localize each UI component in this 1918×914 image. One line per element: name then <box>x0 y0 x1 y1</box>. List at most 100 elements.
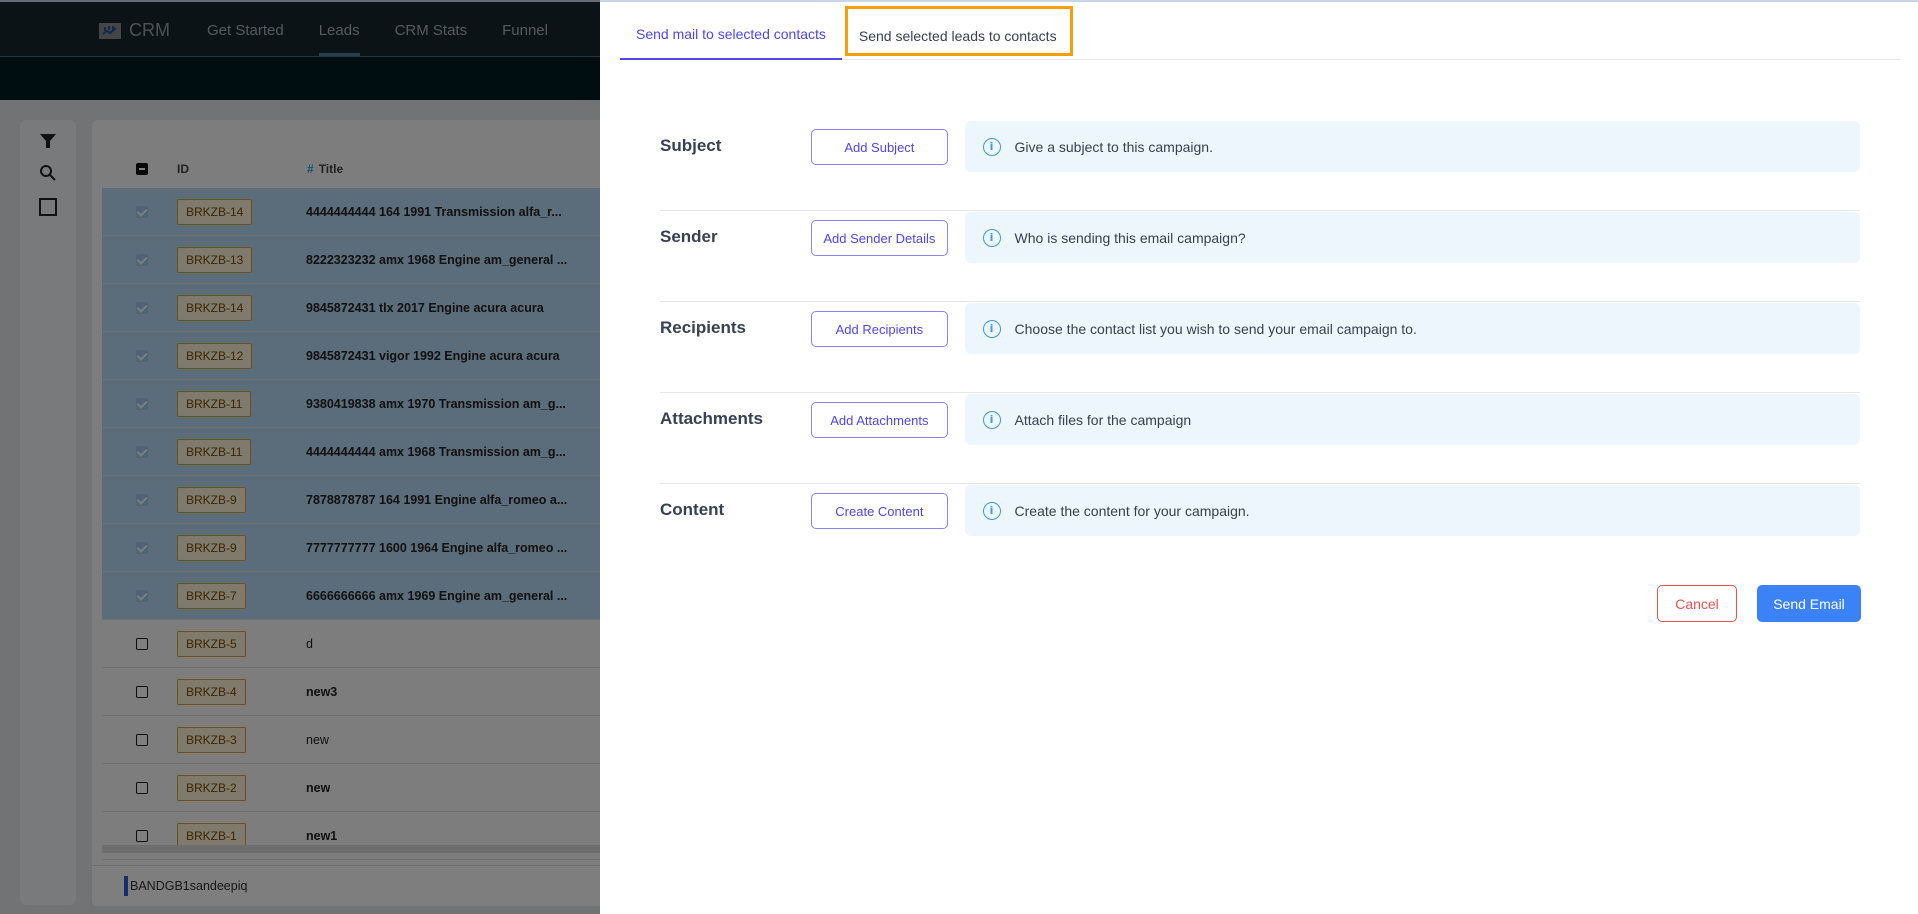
table-row[interactable]: BRKZB-12 9845872431 vigor 1992 Engine acu… <box>102 332 612 380</box>
lead-title: 7878878787 164 1991 Engine alfa_romeo a.… <box>306 492 568 507</box>
add-subject-button[interactable]: Add Subject <box>811 129 948 165</box>
search-icon[interactable] <box>37 162 59 184</box>
row-checkbox[interactable] <box>136 733 148 746</box>
grid-header: ID # Title <box>102 150 612 188</box>
section-label: Attachments <box>660 409 763 428</box>
section-label: Sender <box>660 227 718 246</box>
leads-grid: ID # Title BRKZB-14 4444444444 164 1991 Tr… <box>92 120 612 906</box>
lead-id-badge[interactable]: BRKZB-9 <box>177 486 246 513</box>
nav-leads[interactable]: Leads <box>308 2 371 58</box>
row-checkbox[interactable] <box>136 781 148 794</box>
lead-title: new3 <box>306 684 338 699</box>
add-recipients-button[interactable]: Add Recipients <box>811 311 948 347</box>
lead-id-badge[interactable]: BRKZB-11 <box>177 438 252 465</box>
footer-marker <box>124 876 128 896</box>
lead-id-badge[interactable]: BRKZB-4 <box>177 678 246 705</box>
lead-title: new <box>306 732 329 747</box>
section-content: Content Create Content i Create the content… <box>660 484 1860 575</box>
brand-name: CRM <box>129 20 170 40</box>
lead-id-badge[interactable]: BRKZB-12 <box>177 342 253 369</box>
nav-get-started[interactable]: Get Started <box>196 2 295 58</box>
lead-id-badge[interactable]: BRKZB-14 <box>177 294 253 321</box>
row-checkbox[interactable] <box>136 205 148 218</box>
info-box: i Who is sending this email campaign? <box>964 212 1860 263</box>
table-row[interactable]: BRKZB-4 new3 <box>102 668 612 716</box>
info-text: Give a subject to this campaign. <box>1014 138 1213 155</box>
lead-id-badge[interactable]: BRKZB-5 <box>177 630 246 657</box>
main-nav: Get Started Leads CRM Stats Funnel <box>196 2 572 58</box>
send-email-button[interactable]: Send Email <box>1757 585 1861 622</box>
row-checkbox[interactable] <box>136 493 148 506</box>
tab-send-leads-to-contacts[interactable]: Send selected leads to contacts <box>844 6 1073 56</box>
row-checkbox[interactable] <box>136 637 148 650</box>
section-attachments: Attachments Add Attachments i Attach files … <box>660 393 1860 484</box>
lead-title: 8222323232 amx 1968 Engine am_general ..… <box>306 252 568 267</box>
section-label: Content <box>660 500 725 519</box>
table-row[interactable]: BRKZB-11 4444444444 amx 1968 Transmission… <box>102 428 612 476</box>
select-all-checkbox[interactable] <box>136 163 148 175</box>
row-checkbox[interactable] <box>136 589 148 602</box>
panel-tabs: Send mail to selected contacts Send sele… <box>620 2 1900 60</box>
brand[interactable]: CRM <box>99 20 170 41</box>
add-attachments-button[interactable]: Add Attachments <box>811 402 948 438</box>
campaign-form: Subject Add Subject i Give a subject to thi… <box>660 120 1860 575</box>
lead-id-badge[interactable]: BRKZB-13 <box>177 246 253 273</box>
filter-icon[interactable] <box>37 130 59 152</box>
lead-title: 4444444444 164 1991 Transmission alfa_r.… <box>306 204 562 219</box>
nav-crm-stats[interactable]: CRM Stats <box>384 2 479 58</box>
lead-id-badge[interactable]: BRKZB-9 <box>177 534 246 561</box>
tab-send-mail[interactable]: Send mail to selected contacts <box>620 2 842 60</box>
row-checkbox[interactable] <box>136 445 148 458</box>
lead-id-badge[interactable]: BRKZB-7 <box>177 582 246 609</box>
lead-title: 6666666666 amx 1969 Engine am_general ..… <box>306 588 568 603</box>
send-mail-panel: Send mail to selected contacts Send sele… <box>600 0 1918 914</box>
info-icon: i <box>982 501 1001 520</box>
lead-id-badge[interactable]: BRKZB-2 <box>177 774 246 801</box>
footer-user: BANDGB1sandeepiq <box>130 879 248 893</box>
row-checkbox[interactable] <box>136 685 148 698</box>
section-label: Subject <box>660 136 722 155</box>
add-sender-details-button[interactable]: Add Sender Details <box>811 220 948 256</box>
column-header-id[interactable]: ID <box>177 162 189 176</box>
row-checkbox[interactable] <box>136 349 148 362</box>
table-row[interactable]: BRKZB-14 4444444444 164 1991 Transmission… <box>102 188 612 236</box>
row-checkbox[interactable] <box>136 253 148 266</box>
row-checkbox[interactable] <box>136 301 148 314</box>
cancel-button[interactable]: Cancel <box>1657 585 1737 622</box>
table-row[interactable]: BRKZB-13 8222323232 amx 1968 Engine am_ge… <box>102 236 612 284</box>
lead-title: 9845872431 tlx 2017 Engine acura acura <box>306 300 544 315</box>
lead-title: d <box>306 636 313 651</box>
column-header-title[interactable]: # Title <box>307 162 343 176</box>
column-title-label: Title <box>318 162 344 176</box>
horizontal-scrollbar[interactable] <box>102 845 612 853</box>
nav-funnel[interactable]: Funnel <box>491 2 559 58</box>
section-label: Recipients <box>660 318 746 337</box>
form-actions: Cancel Send Email <box>1657 585 1861 622</box>
select-box-icon[interactable] <box>37 196 59 218</box>
table-row[interactable]: BRKZB-9 7777777777 1600 1964 Engine alfa_… <box>102 524 612 572</box>
hash-icon: # <box>307 162 314 176</box>
lead-id-badge[interactable]: BRKZB-14 <box>177 198 253 225</box>
info-text: Who is sending this email campaign? <box>1014 229 1246 246</box>
table-row[interactable]: BRKZB-5 d <box>102 620 612 668</box>
info-icon: i <box>982 410 1001 429</box>
table-row[interactable]: BRKZB-14 9845872431 tlx 2017 Engine acura… <box>102 284 612 332</box>
table-row[interactable]: BRKZB-9 7878878787 164 1991 Engine alfa_r… <box>102 476 612 524</box>
table-row[interactable]: BRKZB-2 new <box>102 764 612 812</box>
section-sender: Sender Add Sender Details i Who is sending … <box>660 211 1860 302</box>
section-recipients: Recipients Add Recipients i Choose the cont… <box>660 302 1860 393</box>
row-checkbox[interactable] <box>136 397 148 410</box>
crm-logo-icon <box>99 22 121 39</box>
row-checkbox[interactable] <box>136 829 148 842</box>
side-rail <box>20 120 76 905</box>
table-row[interactable]: BRKZB-7 6666666666 amx 1969 Engine am_gen… <box>102 572 612 620</box>
table-row[interactable]: BRKZB-11 9380419838 amx 1970 Transmission… <box>102 380 612 428</box>
grid-footer: BANDGB1sandeepiq <box>92 865 612 906</box>
table-row[interactable]: BRKZB-3 new <box>102 716 612 764</box>
lead-title: 7777777777 1600 1964 Engine alfa_romeo .… <box>306 540 568 555</box>
row-checkbox[interactable] <box>136 541 148 554</box>
lead-id-badge[interactable]: BRKZB-11 <box>177 390 252 417</box>
create-content-button[interactable]: Create Content <box>811 493 948 529</box>
lead-id-badge[interactable]: BRKZB-3 <box>177 726 246 753</box>
lead-title: 4444444444 amx 1968 Transmission am_g... <box>306 444 566 459</box>
